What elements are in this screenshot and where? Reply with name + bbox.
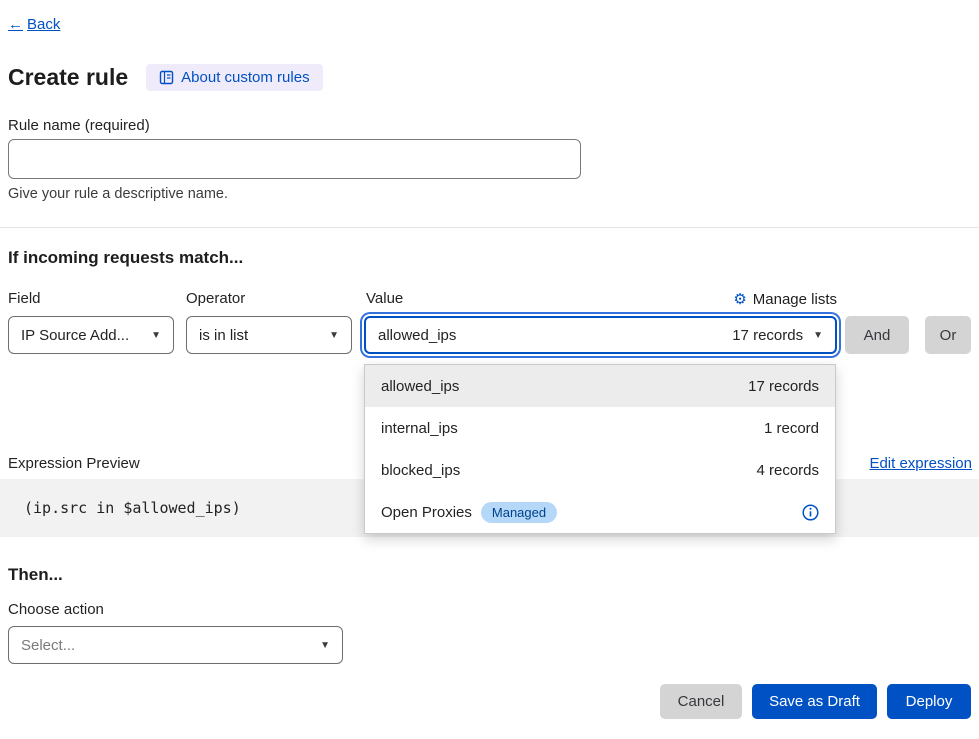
then-heading: Then... bbox=[8, 565, 63, 585]
managed-badge: Managed bbox=[481, 502, 557, 523]
expression-code: (ip.src in $allowed_ips) bbox=[24, 499, 241, 517]
expression-preview-label: Expression Preview bbox=[8, 455, 140, 472]
list-item-name: internal_ips bbox=[381, 420, 458, 437]
field-select[interactable]: IP Source Add... ▼ bbox=[8, 316, 174, 354]
chevron-down-icon: ▼ bbox=[320, 640, 330, 651]
back-arrow-icon: ← bbox=[8, 16, 23, 33]
operator-column-label: Operator bbox=[186, 290, 245, 307]
choose-action-label: Choose action bbox=[8, 601, 104, 618]
operator-select-value: is in list bbox=[199, 327, 319, 344]
manage-lists-label: Manage lists bbox=[753, 291, 837, 308]
value-column-label: Value bbox=[366, 290, 403, 307]
gear-icon: ⚙ bbox=[733, 290, 746, 308]
deploy-button[interactable]: Deploy bbox=[887, 684, 971, 719]
list-item[interactable]: Open Proxies Managed bbox=[365, 491, 835, 533]
match-heading: If incoming requests match... bbox=[8, 248, 243, 268]
cancel-button[interactable]: Cancel bbox=[660, 684, 742, 719]
or-button[interactable]: Or bbox=[925, 316, 971, 354]
chevron-down-icon: ▼ bbox=[329, 330, 339, 341]
and-button[interactable]: And bbox=[845, 316, 909, 354]
about-label: About custom rules bbox=[181, 69, 309, 86]
chevron-down-icon: ▼ bbox=[813, 330, 823, 341]
list-item-name: allowed_ips bbox=[381, 378, 459, 395]
chevron-down-icon: ▼ bbox=[151, 330, 161, 341]
list-item-records: 17 records bbox=[748, 378, 819, 395]
value-select-value: allowed_ips bbox=[378, 327, 720, 344]
create-rule-page: ←Back Create rule About custom rules Rul… bbox=[0, 0, 979, 739]
rule-name-input[interactable] bbox=[8, 139, 581, 179]
list-item-records: 4 records bbox=[756, 462, 819, 479]
docs-icon bbox=[159, 70, 174, 85]
list-item[interactable]: blocked_ips 4 records bbox=[365, 449, 835, 491]
back-label: Back bbox=[27, 16, 60, 33]
title-row: Create rule About custom rules bbox=[8, 64, 323, 91]
info-icon[interactable] bbox=[802, 504, 819, 521]
rule-name-helper: Give your rule a descriptive name. bbox=[8, 186, 228, 202]
value-select-records: 17 records bbox=[732, 327, 803, 344]
list-item-name: Open Proxies bbox=[381, 504, 472, 521]
action-select[interactable]: Select... ▼ bbox=[8, 626, 343, 664]
action-select-placeholder: Select... bbox=[21, 637, 310, 654]
edit-expression-link[interactable]: Edit expression bbox=[869, 455, 972, 472]
value-select[interactable]: allowed_ips 17 records ▼ bbox=[364, 316, 837, 354]
value-dropdown-menu: allowed_ips 17 records internal_ips 1 re… bbox=[364, 364, 836, 534]
list-item-name: blocked_ips bbox=[381, 462, 460, 479]
save-as-draft-button[interactable]: Save as Draft bbox=[752, 684, 877, 719]
operator-select[interactable]: is in list ▼ bbox=[186, 316, 352, 354]
back-link[interactable]: ←Back bbox=[8, 16, 60, 33]
manage-lists-link[interactable]: ⚙ Manage lists bbox=[733, 290, 837, 308]
field-select-value: IP Source Add... bbox=[21, 327, 141, 344]
field-column-label: Field bbox=[8, 290, 41, 307]
rule-name-label: Rule name (required) bbox=[8, 117, 150, 134]
list-item[interactable]: allowed_ips 17 records bbox=[365, 365, 835, 407]
page-title: Create rule bbox=[8, 64, 128, 91]
list-item[interactable]: internal_ips 1 record bbox=[365, 407, 835, 449]
list-item-records: 1 record bbox=[764, 420, 819, 437]
about-custom-rules-link[interactable]: About custom rules bbox=[146, 64, 322, 91]
divider bbox=[0, 227, 979, 228]
